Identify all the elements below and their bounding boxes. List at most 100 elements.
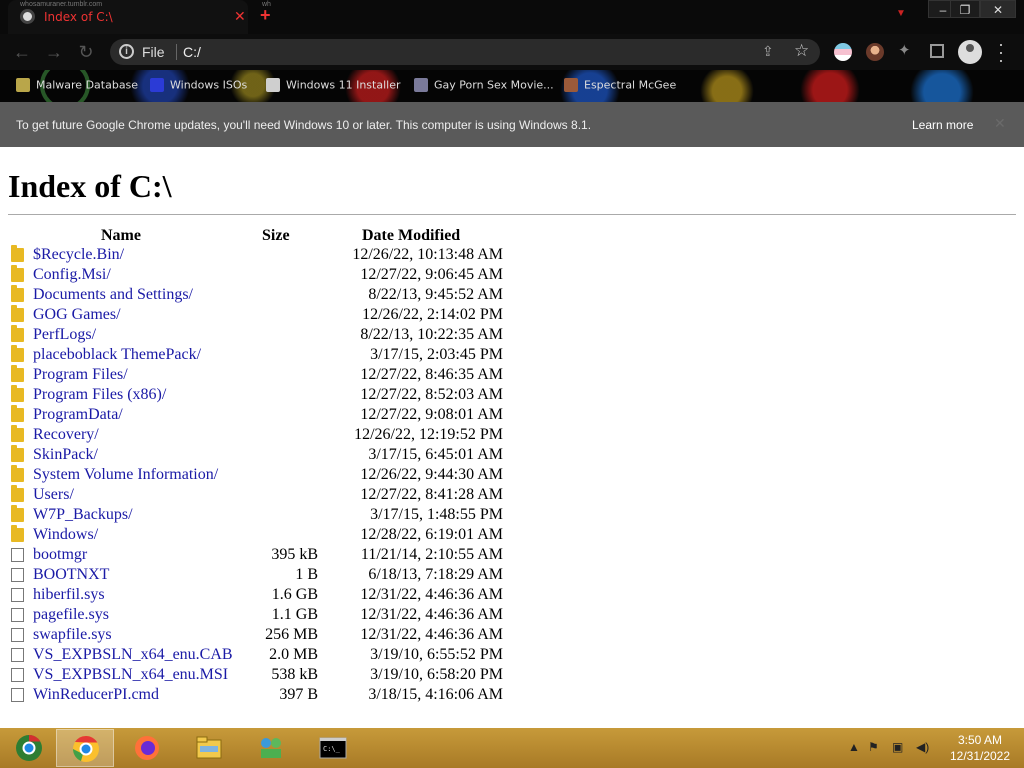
extension-flag-icon[interactable]: [834, 43, 852, 61]
taskbar-file-explorer[interactable]: [180, 729, 238, 767]
action-center-flag-icon[interactable]: ⚑: [868, 740, 879, 754]
entry-date: 11/21/14, 2:10:55 AM: [360, 546, 503, 563]
entry-link[interactable]: WinReducerPI.cmd: [33, 686, 159, 704]
entry-link[interactable]: placeboblack ThemePack/: [33, 346, 201, 364]
column-header-date[interactable]: Date Modified: [362, 227, 460, 245]
table-row: VS_EXPBSLN_x64_enu.CAB 2.0 MB 3/19/10, 6:5…: [8, 646, 528, 666]
learn-more-link[interactable]: Learn more: [912, 118, 973, 132]
volume-icon[interactable]: ◀): [916, 740, 929, 754]
table-row: Users/12/27/22, 8:41:28 AM: [8, 485, 528, 506]
entry-date: 6/18/13, 7:18:29 AM: [368, 566, 503, 583]
entry-link[interactable]: PerfLogs/: [33, 326, 96, 344]
new-tab-button[interactable]: +: [260, 5, 271, 26]
table-row: WinReducerPI.cmd 397 B 3/18/15, 4:16:06 AM: [8, 686, 528, 706]
theme-decoration: [910, 70, 974, 102]
entry-link[interactable]: Config.Msi/: [33, 266, 111, 284]
table-row: Documents and Settings/8/22/13, 9:45:52 …: [8, 285, 528, 306]
profile-avatar-icon[interactable]: [958, 40, 982, 64]
entry-link[interactable]: bootmgr: [33, 546, 87, 564]
taskbar-network-app[interactable]: [242, 729, 300, 767]
folder-icon: [11, 325, 24, 342]
entry-link[interactable]: swapfile.sys: [33, 626, 112, 644]
entry-date: 12/27/22, 8:46:35 AM: [360, 366, 503, 383]
forward-arrow-icon[interactable]: →: [44, 42, 64, 62]
extension-avatar-icon[interactable]: [866, 43, 884, 61]
bookmark-windows-isos[interactable]: Windows ISOs: [150, 78, 247, 96]
entry-link[interactable]: SkinPack/: [33, 446, 98, 464]
column-header-size[interactable]: Size: [262, 227, 290, 245]
entry-link[interactable]: BOOTNXT: [33, 566, 109, 584]
entry-link[interactable]: ProgramData/: [33, 406, 123, 424]
entry-link[interactable]: VS_EXPBSLN_x64_enu.CAB: [33, 646, 233, 664]
folder-icon: [11, 405, 24, 422]
entry-link[interactable]: hiberfil.sys: [33, 586, 105, 604]
entry-date: 12/31/22, 4:46:36 AM: [360, 586, 503, 603]
entry-link[interactable]: Documents and Settings/: [33, 286, 193, 304]
clock-date: 12/31/2022: [949, 749, 1011, 763]
entry-link[interactable]: pagefile.sys: [33, 606, 109, 624]
taskbar-cmd[interactable]: C:\_: [304, 729, 362, 767]
entry-link[interactable]: W7P_Backups/: [33, 506, 133, 524]
close-button[interactable]: ✕: [980, 0, 1016, 18]
chrome-logo-icon: [16, 734, 42, 761]
folder-icon: [11, 365, 24, 382]
reload-icon[interactable]: ↻: [76, 42, 96, 62]
entry-link[interactable]: Program Files/: [33, 366, 128, 384]
show-hidden-icons-icon[interactable]: ▲: [848, 740, 860, 754]
table-row: Program Files (x86)/ 12/27/22, 8:52:03 AM: [8, 385, 528, 406]
clock-time: 3:50 AM: [957, 733, 1003, 747]
entry-link[interactable]: GOG Games/: [33, 306, 121, 324]
share-icon[interactable]: ⇪: [762, 43, 774, 60]
maximize-button[interactable]: ❐: [950, 0, 980, 18]
update-infobar: To get future Google Chrome updates, you…: [0, 102, 1024, 147]
entry-link[interactable]: Program Files (x86)/: [33, 386, 166, 404]
entry-date: 12/26/22, 12:19:52 PM: [354, 426, 503, 443]
table-row: Program Files/12/27/22, 8:46:35 AM: [8, 365, 528, 386]
entry-size: 2.0 MB: [269, 646, 318, 663]
taskbar-firefox[interactable]: [118, 729, 176, 767]
taskbar-chrome[interactable]: [56, 729, 114, 767]
table-row: System Volume Information/12/26/22, 9:44…: [8, 465, 528, 486]
entry-link[interactable]: VS_EXPBSLN_x64_enu.MSI: [33, 666, 228, 684]
address-scheme-label: File: [142, 44, 165, 60]
bookmark-windows-11-installer[interactable]: Windows 11 Installer: [266, 78, 401, 96]
taskbar-clock[interactable]: 3:50 AM 12/31/2022: [940, 732, 1020, 764]
bookmark-espectral-mcgee[interactable]: Espectral McGee: [564, 78, 676, 96]
infobar-close-icon[interactable]: ✕: [994, 115, 1006, 132]
entry-link[interactable]: System Volume Information/: [33, 466, 218, 484]
entry-link[interactable]: Recovery/: [33, 426, 99, 444]
bookmark-movie-site[interactable]: Gay Porn Sex Movie...: [414, 78, 554, 96]
entry-link[interactable]: $Recycle.Bin/: [33, 246, 124, 264]
start-button[interactable]: [0, 729, 58, 767]
entry-date: 12/26/22, 9:44:30 AM: [360, 466, 503, 483]
menu-dots-icon[interactable]: · · ·: [998, 35, 1008, 69]
address-bar[interactable]: i File C:/ ⇪ ☆: [110, 39, 820, 65]
column-header-name[interactable]: Name: [101, 227, 141, 245]
title-divider: [8, 214, 1016, 215]
back-arrow-icon[interactable]: ←: [12, 42, 32, 62]
address-url[interactable]: C:/: [183, 44, 201, 60]
bookmark-star-icon[interactable]: ☆: [794, 41, 809, 61]
entry-link[interactable]: Users/: [33, 486, 74, 504]
tab-search-icon[interactable]: ▼: [896, 8, 906, 19]
folder-icon: [11, 525, 24, 542]
bookmark-label: Espectral McGee: [584, 78, 677, 92]
entry-size: 395 kB: [271, 546, 318, 563]
entry-size: 397 B: [279, 686, 318, 703]
tab-close-icon[interactable]: ✕: [234, 8, 246, 25]
table-row: pagefile.sys 1.1 GB 12/31/22, 4:46:36 AM: [8, 606, 528, 626]
info-icon[interactable]: i: [119, 44, 134, 59]
entry-size: 1.1 GB: [271, 606, 318, 623]
tab-index-of-c[interactable]: whosamuraner.tumblr.com Index of C:\ ✕: [8, 0, 248, 34]
firefox-icon: [135, 736, 159, 760]
table-row: $Recycle.Bin/12/26/22, 10:13:48 AM: [8, 245, 528, 266]
network-status-icon[interactable]: ▣: [892, 740, 903, 754]
extensions-puzzle-icon[interactable]: ✦: [898, 41, 911, 59]
bookmark-malware-database[interactable]: Malware Database: [16, 78, 138, 96]
network-icon: [261, 738, 281, 758]
bookmark-favicon-icon: [266, 78, 280, 92]
side-panel-icon[interactable]: [930, 44, 944, 58]
entry-link[interactable]: Windows/: [33, 526, 98, 544]
table-row: SkinPack/3/17/15, 6:45:01 AM: [8, 445, 528, 466]
file-icon: [11, 628, 24, 642]
